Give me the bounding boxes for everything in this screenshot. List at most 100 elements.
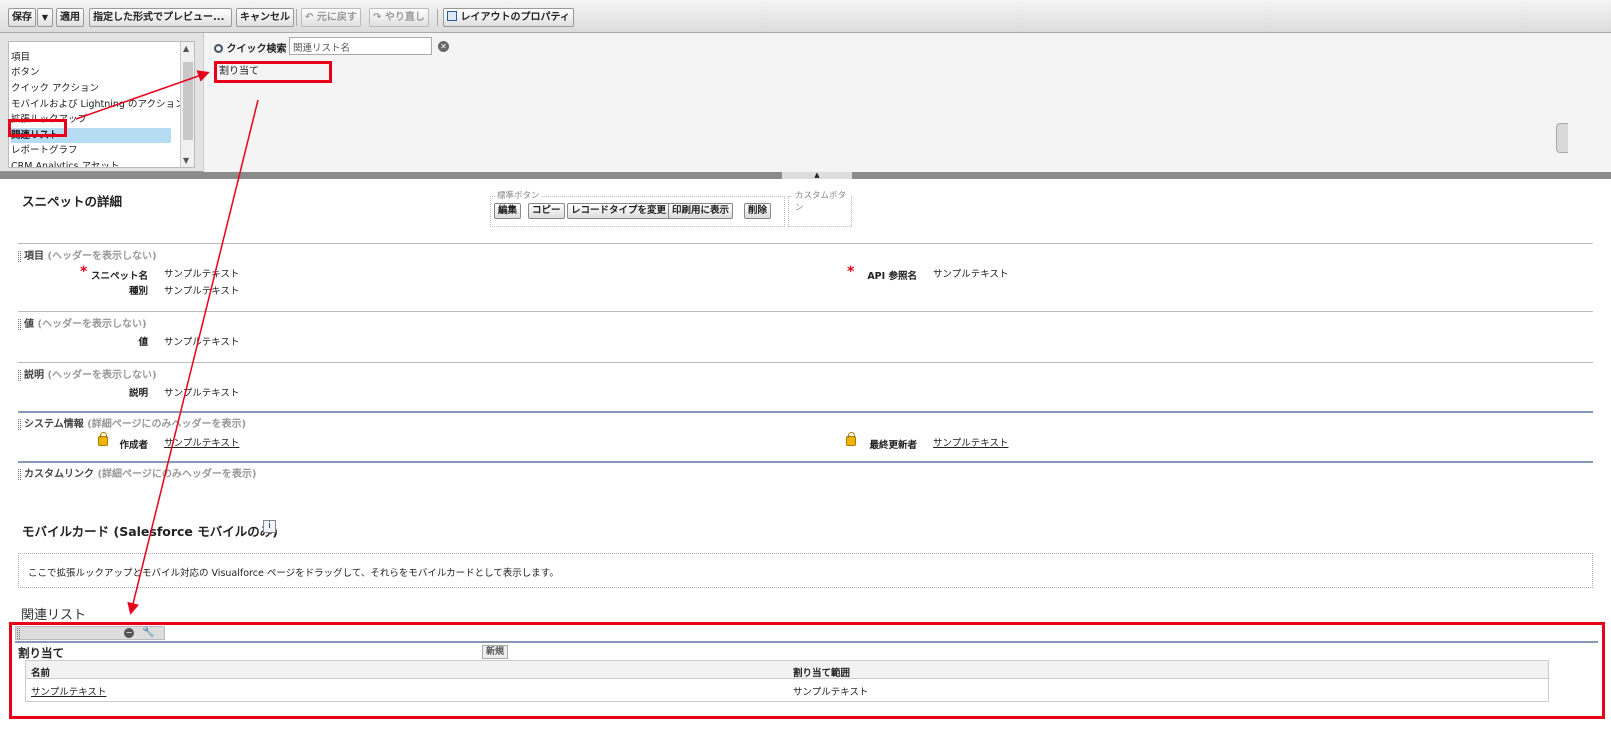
field-value-last-modified-by[interactable]: サンプルテキスト (933, 435, 1008, 449)
section-header: カスタムリンク (詳細ページにのみヘッダーを表示) (18, 465, 256, 480)
drag-handle-icon[interactable] (18, 468, 21, 480)
drag-handle-icon[interactable] (18, 250, 21, 262)
scroll-up-icon[interactable]: ▲ (183, 44, 189, 53)
drag-handle-icon[interactable] (18, 318, 21, 330)
remove-icon[interactable]: − (124, 628, 134, 638)
field-label-type: 種別 (128, 286, 148, 297)
section-note: (ヘッダーを表示しない) (37, 319, 147, 330)
undo-label: 元に戻す (316, 12, 357, 23)
custom-buttons-legend: カスタムボタン (793, 189, 851, 213)
table-cell-name[interactable]: サンプルテキスト (31, 684, 106, 698)
quick-search-input[interactable]: 関連リスト名 (289, 37, 432, 55)
field-label-last-modified-by: 最終更新者 (869, 440, 917, 451)
mobile-cards-dropzone[interactable]: ここで拡張ルックアップとモバイル対応の Visualforce ページをドラッグ… (18, 553, 1593, 588)
drag-handle-icon[interactable] (18, 418, 21, 430)
drag-handle-icon[interactable] (18, 369, 21, 381)
field-value-type[interactable]: サンプルテキスト (164, 283, 239, 297)
redo-button[interactable]: ↷ やり直し (369, 8, 429, 27)
drag-handle-icon[interactable] (17, 628, 20, 639)
collapse-side-tab[interactable] (1556, 123, 1568, 153)
redo-label: やり直し (384, 12, 425, 23)
section-header: 説明 (ヘッダーを表示しない) (18, 366, 157, 381)
section-header: 値 (ヘッダーを表示しない) (18, 315, 147, 330)
field-value-description[interactable]: サンプルテキスト (164, 385, 239, 399)
category-report-charts[interactable]: レポートグラフ (11, 143, 171, 158)
palette-category-list[interactable]: 項目 ボタン クイック アクション モバイルおよび Lightning のアクシ… (8, 41, 195, 168)
layout-properties-label: レイアウトのプロパティ (460, 12, 570, 23)
column-header-name[interactable]: 名前 (31, 665, 50, 679)
category-quick-actions[interactable]: クイック アクション (11, 81, 171, 96)
field-label-value: 値 (138, 337, 148, 348)
layout-properties-button[interactable]: レイアウトのプロパティ (443, 8, 574, 27)
section-system-info[interactable]: システム情報 (詳細ページにのみヘッダーを表示) 作成者 サンプルテキスト 最終… (18, 411, 1593, 461)
table-header (26, 661, 1548, 679)
preview-as-dropdown[interactable]: 指定した形式でプレビュー... (89, 8, 232, 27)
column-header-assignment-scope[interactable]: 割り当て範囲 (793, 665, 850, 679)
section-value[interactable]: 値 (ヘッダーを表示しない) 値 サンプルテキスト (18, 311, 1593, 361)
toolbar-divider (296, 9, 297, 26)
palette-item-assignment[interactable]: 割り当て (214, 61, 332, 83)
field-value-snippet-name[interactable]: サンプルテキスト (164, 266, 239, 280)
field-value-value[interactable]: サンプルテキスト (164, 334, 239, 348)
section-header: システム情報 (詳細ページにのみヘッダーを表示) (18, 415, 246, 430)
save-button[interactable]: 保存 (8, 8, 36, 27)
palette-splitter[interactable]: ▲ (0, 172, 1611, 179)
info-icon[interactable]: i (263, 520, 276, 533)
properties-icon (447, 11, 457, 21)
copy-button[interactable]: コピー (528, 203, 565, 219)
section-note: (詳細ページにのみヘッダーを表示) (97, 469, 257, 480)
section-name: 値 (24, 319, 34, 330)
apply-button[interactable]: 適用 (56, 8, 84, 27)
edit-button[interactable]: 編集 (494, 203, 522, 219)
palette: 項目 ボタン クイック アクション モバイルおよび Lightning のアクシ… (0, 33, 1611, 172)
category-buttons[interactable]: ボタン (11, 65, 171, 80)
related-list-divider (15, 641, 1598, 643)
clear-search-icon[interactable]: ✕ (438, 41, 449, 52)
section-fields[interactable]: 項目 (ヘッダーを表示しない) * スニペット名 サンプルテキスト 種別 サンプ… (18, 243, 1593, 303)
section-note: (ヘッダーを表示しない) (47, 251, 157, 262)
category-fields[interactable]: 項目 (11, 50, 171, 65)
delete-button[interactable]: 削除 (744, 203, 772, 219)
section-divider (18, 461, 1593, 463)
section-header: 項目 (ヘッダーを表示しない) (18, 247, 157, 262)
save-dropdown-button[interactable]: ▼ (37, 8, 53, 27)
section-name: カスタムリンク (24, 469, 94, 480)
section-description[interactable]: 説明 (ヘッダーを表示しない) 説明 サンプルテキスト (18, 362, 1593, 412)
related-lists-title: 関連リスト (21, 608, 87, 623)
category-crm-analytics-assets[interactable]: CRM Analytics アセット (11, 159, 171, 167)
section-name: 項目 (24, 251, 44, 262)
redo-icon: ↷ (373, 12, 382, 23)
printable-view-button[interactable]: 印刷用に表示 (668, 203, 734, 219)
palette-items-area: クイック検索 関連リスト名 ✕ 割り当て (203, 33, 1611, 172)
field-label-description: 説明 (128, 388, 148, 399)
scrollbar-thumb[interactable] (183, 62, 193, 140)
new-button[interactable]: 新規 (482, 645, 509, 659)
search-icon (214, 44, 223, 53)
field-label-snippet-name: スニペット名 (90, 271, 148, 282)
toolbar: 保存 ▼ 適用 指定した形式でプレビュー... キャンセル ↶ 元に戻す ↷ や… (0, 0, 1611, 33)
section-note: (詳細ページにのみヘッダーを表示) (87, 419, 247, 430)
section-name: 説明 (24, 370, 44, 381)
field-label-api-name: API 参照名 (867, 271, 917, 282)
related-list-table: 名前 割り当て範囲 サンプルテキスト サンプルテキスト (25, 660, 1549, 702)
collapse-palette-icon[interactable]: ▲ (782, 172, 852, 179)
section-divider (18, 311, 1593, 312)
change-record-type-button[interactable]: レコードタイプを変更 (567, 203, 671, 219)
category-scrollbar[interactable]: ▲ ▼ (180, 42, 194, 167)
field-value-created-by[interactable]: サンプルテキスト (164, 435, 239, 449)
cancel-button[interactable]: キャンセル (236, 8, 294, 27)
section-name: システム情報 (24, 419, 84, 430)
undo-button[interactable]: ↶ 元に戻す (301, 8, 361, 27)
undo-icon: ↶ (305, 12, 314, 23)
highlight-related-list-category (8, 119, 67, 137)
wrench-icon[interactable]: 🔧 (142, 627, 154, 638)
section-note: (ヘッダーを表示しない) (47, 370, 157, 381)
related-list-toolbar[interactable]: − 🔧 (15, 626, 165, 640)
category-mobile-lightning-actions[interactable]: モバイルおよび Lightning のアクション (11, 97, 185, 112)
section-custom-links[interactable]: カスタムリンク (詳細ページにのみヘッダーを表示) (18, 461, 1593, 491)
related-list-assignment[interactable]: − 🔧 割り当て 新規 名前 割り当て範囲 サンプルテキスト サンプルテキスト (9, 622, 1605, 719)
scroll-down-icon[interactable]: ▼ (183, 156, 189, 165)
field-value-api-name[interactable]: サンプルテキスト (933, 266, 1008, 280)
layout-canvas: スニペットの詳細 標準ボタン 編集 コピー レコードタイプを変更 印刷用に表示 … (0, 179, 1611, 743)
mobile-cards-title: モバイルカード (Salesforce モバイルのみ) (22, 524, 278, 539)
